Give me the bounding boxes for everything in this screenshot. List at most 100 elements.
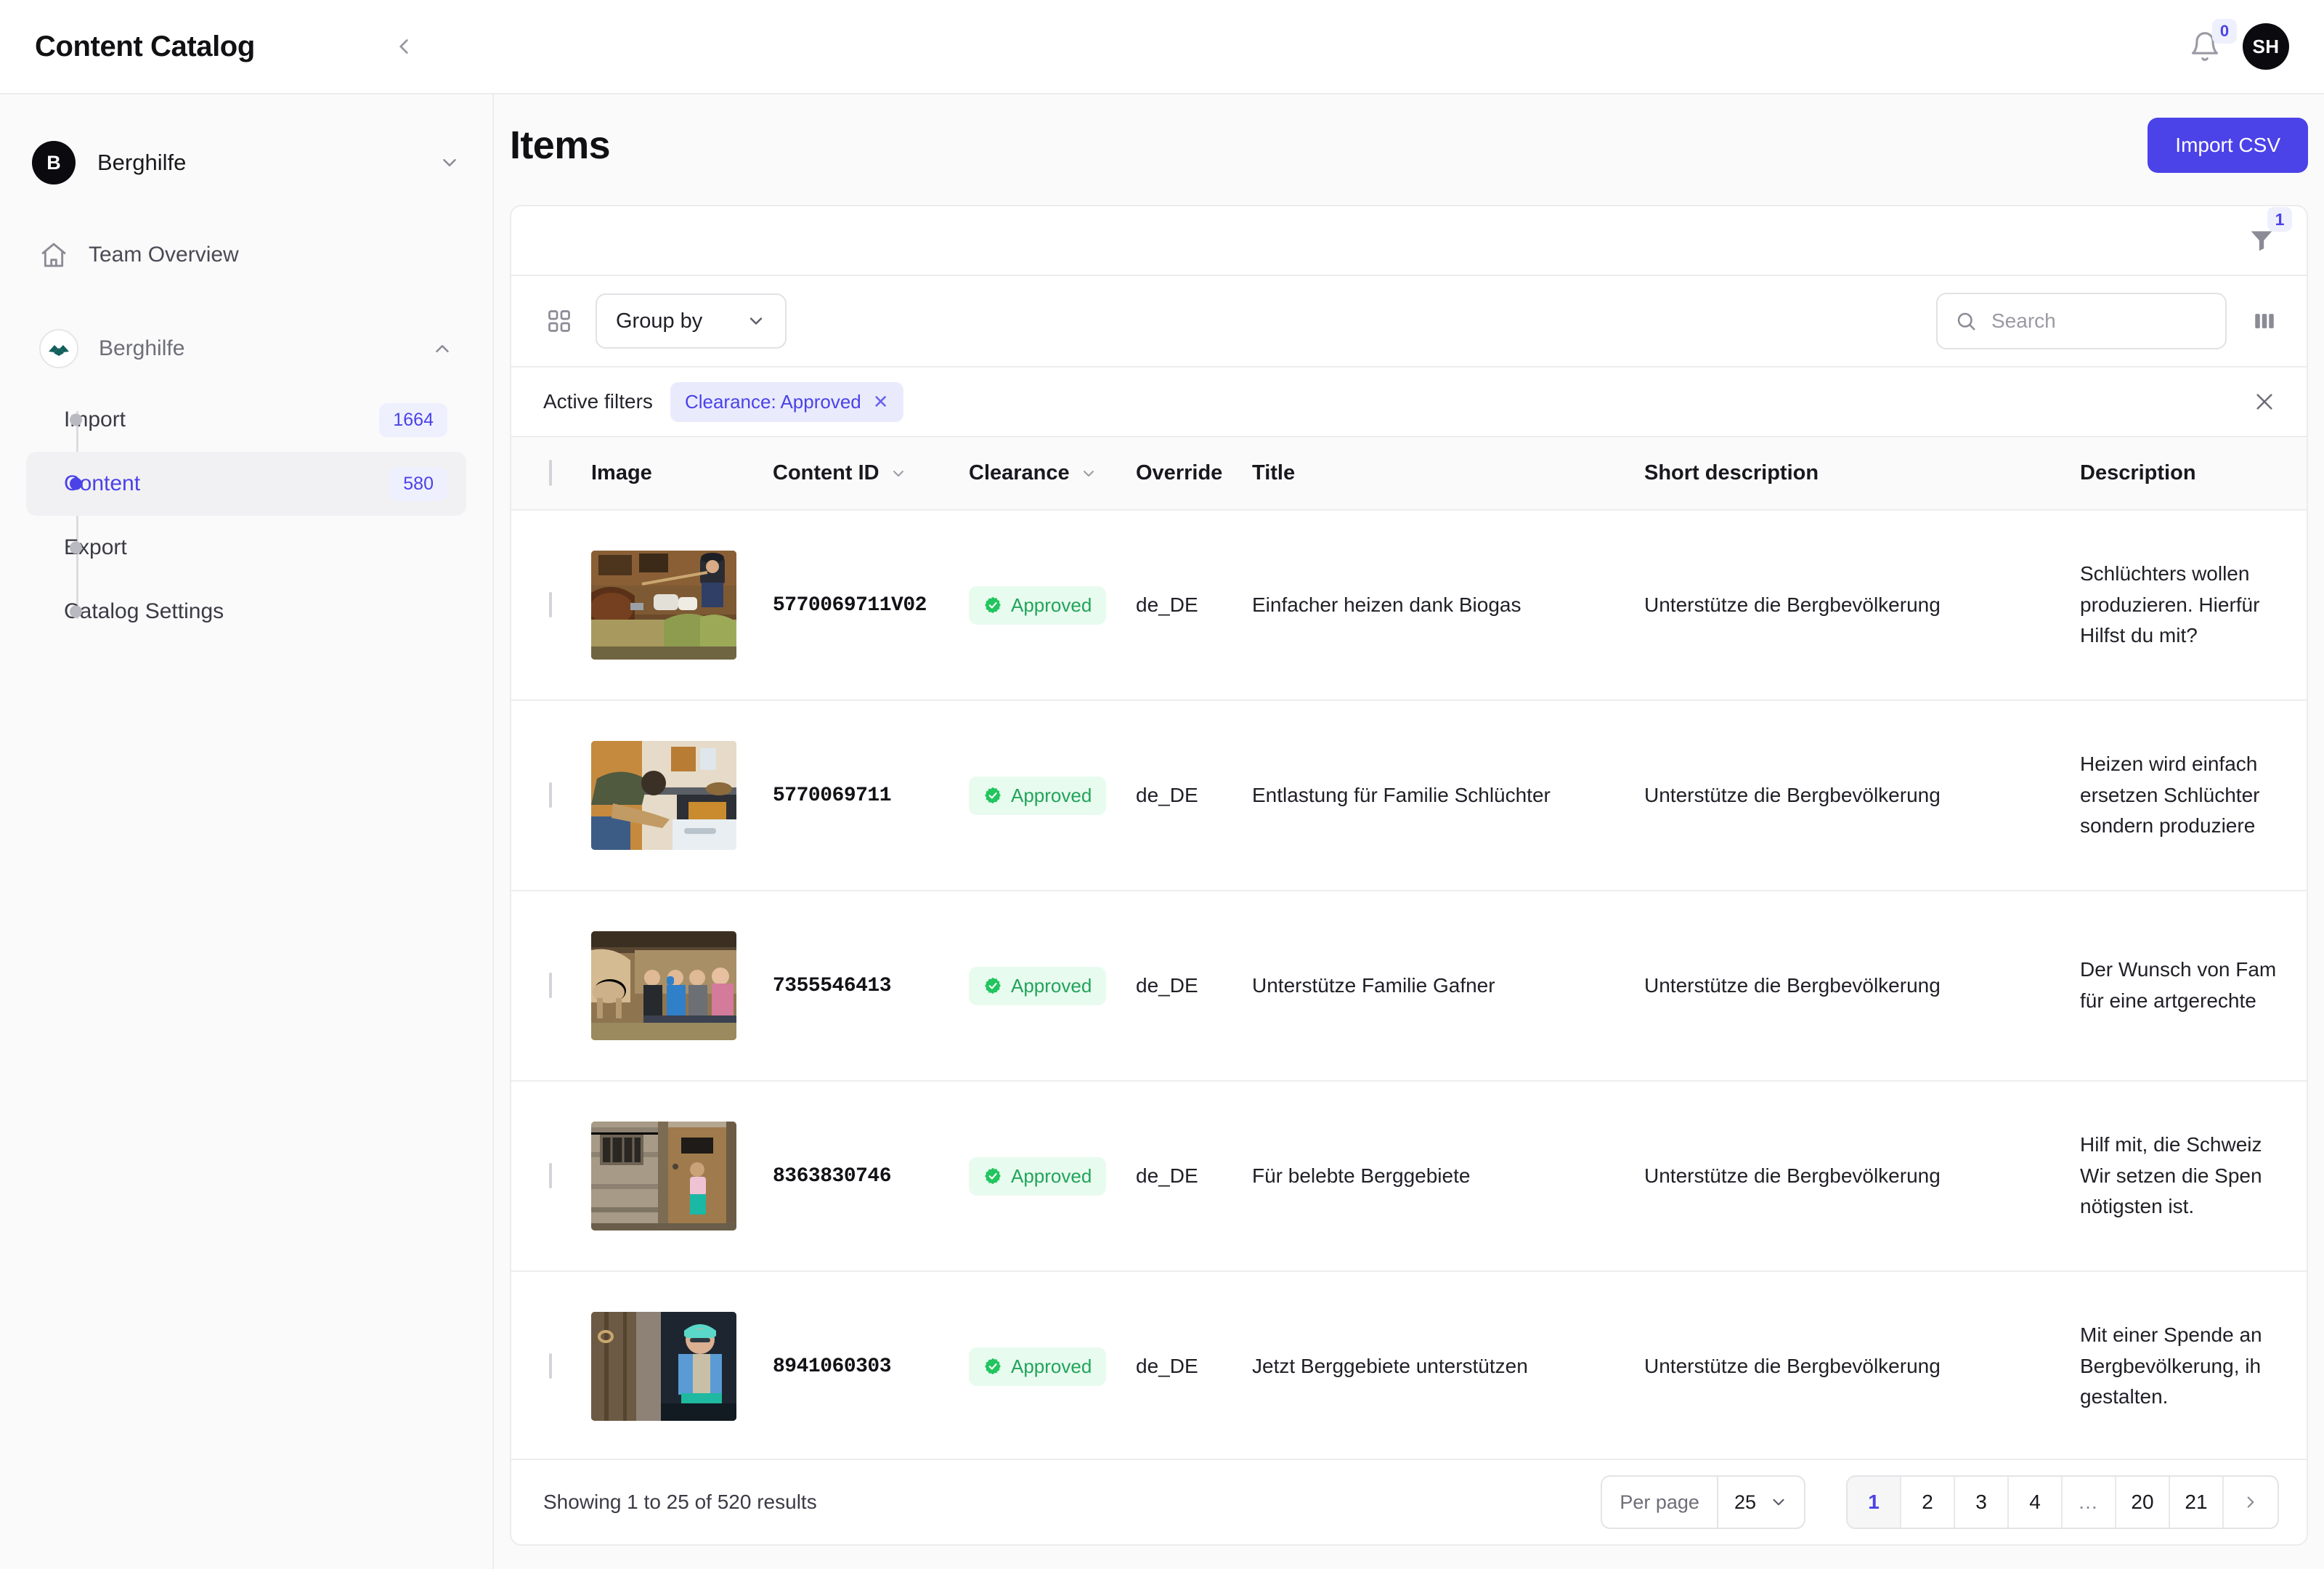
row-override: de_DE xyxy=(1136,891,1252,1081)
row-checkbox[interactable] xyxy=(549,1353,552,1379)
page-button-1[interactable]: 1 xyxy=(1848,1477,1901,1528)
chevron-right-icon xyxy=(2241,1493,2260,1512)
header-content-id[interactable]: Content ID xyxy=(773,437,969,510)
row-image-cell xyxy=(591,510,773,700)
page-button-20[interactable]: 20 xyxy=(2116,1477,2170,1528)
sidebar-item-count: 1664 xyxy=(379,403,447,437)
home-icon xyxy=(39,240,68,269)
import-csv-button[interactable]: Import CSV xyxy=(2148,118,2308,173)
row-checkbox[interactable] xyxy=(549,592,552,617)
header-description: Description xyxy=(2080,437,2307,510)
item-thumbnail[interactable] xyxy=(591,931,736,1040)
row-content-id: 8941060303 xyxy=(773,1271,969,1459)
status-badge: Approved xyxy=(969,967,1106,1005)
per-page-value[interactable]: 25 xyxy=(1717,1477,1804,1528)
items-table: Image Content ID C xyxy=(511,437,2307,1459)
status-badge-label: Approved xyxy=(1011,975,1092,997)
row-content-id: 8363830746 xyxy=(773,1081,969,1271)
per-page-number: 25 xyxy=(1734,1491,1756,1514)
table-toolbar: Group by xyxy=(511,276,2307,368)
select-all-checkbox[interactable] xyxy=(549,460,552,486)
active-filters-bar: Active filters Clearance: Approved ✕ xyxy=(511,368,2307,437)
chevron-down-icon xyxy=(746,311,766,331)
row-image-cell xyxy=(591,1271,773,1459)
table-footer: Showing 1 to 25 of 520 results Per page … xyxy=(511,1459,2307,1544)
sidebar-group-berghilfe[interactable]: Berghilfe xyxy=(26,320,466,378)
notification-count-badge: 0 xyxy=(2212,19,2237,44)
status-badge-label: Approved xyxy=(1011,1355,1092,1378)
status-badge-label: Approved xyxy=(1011,594,1092,617)
sidebar-collapse-button[interactable] xyxy=(384,27,423,66)
table-row[interactable]: 8941060303 Approved de_DE Jetzt Berggebi… xyxy=(511,1271,2307,1459)
page-button-4[interactable]: 4 xyxy=(2009,1477,2063,1528)
item-thumbnail[interactable] xyxy=(591,741,736,850)
row-description: Heizen wird einfach ersetzen Schlüchter … xyxy=(2080,700,2307,891)
row-short-description: Unterstütze die Bergbevölkerung xyxy=(1644,1081,2080,1271)
row-content-id: 5770069711V02 xyxy=(773,510,969,700)
filter-button[interactable]: 1 xyxy=(2241,220,2282,261)
item-thumbnail[interactable] xyxy=(591,551,736,660)
items-table-scroll[interactable]: Image Content ID C xyxy=(511,437,2307,1459)
sidebar-item-import[interactable]: Import 1664 xyxy=(26,388,466,452)
chevron-down-icon xyxy=(439,152,460,174)
row-title: Einfacher heizen dank Biogas xyxy=(1252,510,1644,700)
filter-count-badge: 1 xyxy=(2267,207,2292,232)
group-by-select[interactable]: Group by xyxy=(596,293,787,349)
page-header: Items Import CSV xyxy=(494,94,2324,196)
row-checkbox[interactable] xyxy=(549,1163,552,1188)
item-thumbnail[interactable] xyxy=(591,1122,736,1231)
row-checkbox[interactable] xyxy=(549,782,552,808)
table-row[interactable]: 8363830746 Approved de_DE Für belebte Be… xyxy=(511,1081,2307,1271)
user-avatar[interactable]: SH xyxy=(2243,23,2289,70)
row-clearance-cell: Approved xyxy=(969,1081,1136,1271)
filter-chip-clearance[interactable]: Clearance: Approved ✕ xyxy=(670,382,903,422)
per-page-selector[interactable]: Per page 25 xyxy=(1601,1475,1805,1529)
page-button-2[interactable]: 2 xyxy=(1901,1477,1955,1528)
row-image-cell xyxy=(591,1081,773,1271)
row-short-description: Unterstütze die Bergbevölkerung xyxy=(1644,700,2080,891)
columns-icon[interactable] xyxy=(2247,304,2282,338)
sidebar-item-content[interactable]: Content 580 xyxy=(26,452,466,516)
sidebar-item-team-overview[interactable]: Team Overview xyxy=(26,228,466,282)
table-row[interactable]: 5770069711V02 Approved de_DE Einfacher h… xyxy=(511,510,2307,700)
grid-view-icon[interactable] xyxy=(543,305,575,337)
header-override: Override xyxy=(1136,437,1252,510)
row-content-id: 7355546413 xyxy=(773,891,969,1081)
column-label: Image xyxy=(591,461,652,485)
row-checkbox[interactable] xyxy=(549,973,552,998)
main-content: Items Import CSV 1 Group by xyxy=(494,94,2324,1569)
page-button-3[interactable]: 3 xyxy=(1955,1477,2009,1528)
row-title: Für belebte Berggebiete xyxy=(1252,1081,1644,1271)
chevron-up-icon xyxy=(431,338,453,360)
header-image: Image xyxy=(591,437,773,510)
results-summary: Showing 1 to 25 of 520 results xyxy=(543,1491,817,1514)
column-label: Clearance xyxy=(969,461,1070,485)
status-badge: Approved xyxy=(969,1347,1106,1386)
next-page-button[interactable] xyxy=(2224,1477,2278,1528)
sidebar-item-export[interactable]: Export xyxy=(26,516,466,580)
sidebar-item-catalog-settings[interactable]: Catalog Settings xyxy=(26,580,466,644)
org-avatar: B xyxy=(32,141,76,185)
row-override: de_DE xyxy=(1136,510,1252,700)
app-title: Content Catalog xyxy=(35,31,255,63)
column-label: Override xyxy=(1136,461,1222,485)
search-icon xyxy=(1955,310,1977,332)
check-circle-icon xyxy=(983,1357,1002,1376)
chevron-left-icon xyxy=(391,34,416,59)
row-clearance-cell: Approved xyxy=(969,1271,1136,1459)
table-row[interactable]: 7355546413 Approved de_DE Unterstütze Fa… xyxy=(511,891,2307,1081)
notifications-button[interactable]: 0 xyxy=(2186,28,2224,65)
table-body: 5770069711V02 Approved de_DE Einfacher h… xyxy=(511,510,2307,1459)
page-button-21[interactable]: 21 xyxy=(2170,1477,2224,1528)
search-input[interactable] xyxy=(1991,309,2208,333)
item-thumbnail[interactable] xyxy=(591,1312,736,1421)
row-description: Hilf mit, die Schweiz Wir setzen die Spe… xyxy=(2080,1081,2307,1271)
org-switcher[interactable]: B Berghilfe xyxy=(32,128,460,198)
table-row[interactable]: 5770069711 Approved de_DE Entlastung für… xyxy=(511,700,2307,891)
top-bar-actions: 0 SH xyxy=(2186,23,2289,70)
clear-all-filters-button[interactable] xyxy=(2247,384,2282,419)
close-icon[interactable]: ✕ xyxy=(873,392,889,411)
header-clearance[interactable]: Clearance xyxy=(969,437,1136,510)
search-box[interactable] xyxy=(1936,293,2227,349)
status-badge: Approved xyxy=(969,777,1106,815)
